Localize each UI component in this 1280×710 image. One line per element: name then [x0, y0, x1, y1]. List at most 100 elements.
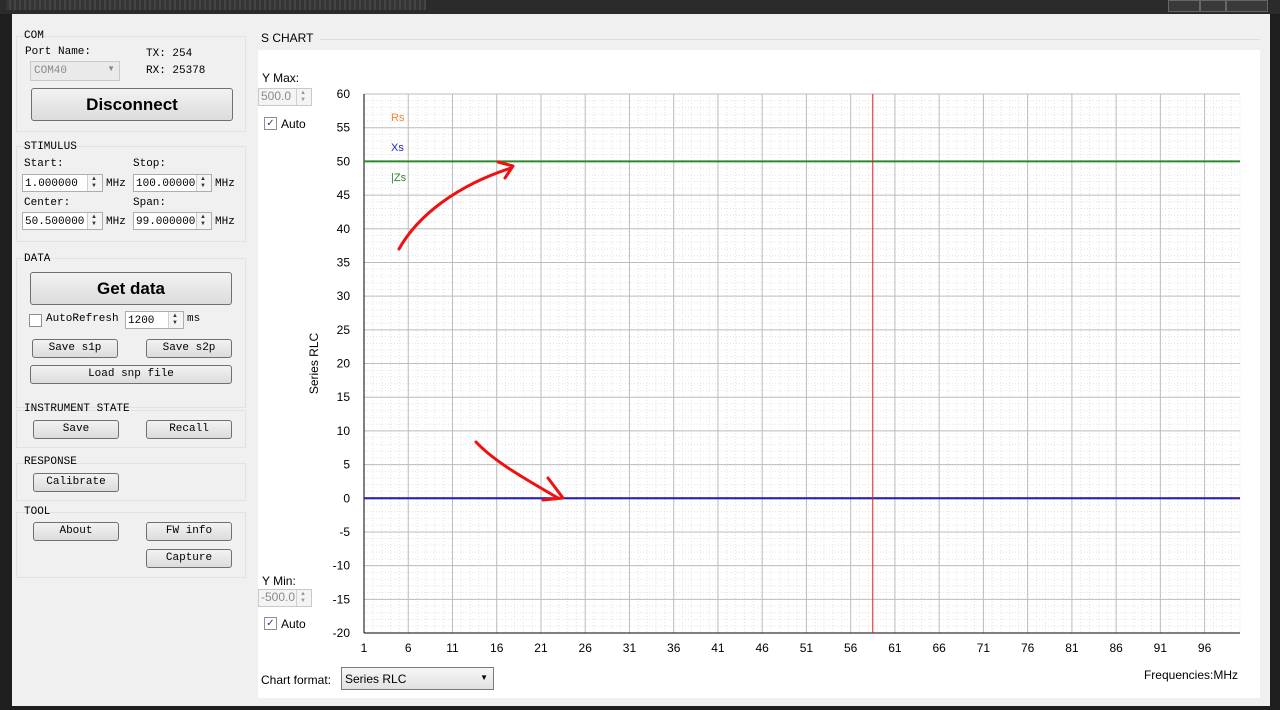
x-tick-label: 26	[579, 641, 593, 655]
y-tick-label: 45	[337, 188, 351, 202]
y-tick-label: 20	[337, 357, 351, 371]
stop-unit: MHz	[215, 178, 235, 190]
x-tick-label: 11	[446, 641, 459, 655]
x-axis-label: Frequencies:MHz	[1144, 668, 1238, 682]
span-input[interactable]: ▲▼	[133, 212, 212, 230]
y-tick-label: 30	[337, 289, 351, 303]
y-tick-label: 25	[337, 323, 351, 337]
x-tick-label: 51	[800, 641, 814, 655]
maximize-button[interactable]	[1200, 0, 1226, 12]
port-name-label: Port Name:	[25, 46, 92, 58]
stop-input[interactable]: ▲▼	[133, 174, 212, 192]
calibrate-button[interactable]: Calibrate	[33, 473, 119, 492]
up-icon: ▲	[91, 176, 97, 182]
about-button[interactable]: About	[33, 522, 119, 541]
center-label: Center:	[24, 197, 71, 209]
span-label: Span:	[133, 197, 167, 209]
x-tick-label: 1	[361, 641, 368, 655]
y-tick-label: 5	[343, 458, 350, 472]
save-s1p-button[interactable]: Save s1p	[32, 339, 118, 358]
span-input-field[interactable]	[134, 215, 198, 229]
x-tick-label: 56	[844, 641, 858, 655]
x-tick-label: 6	[405, 641, 412, 655]
center-input[interactable]: ▲▼	[22, 212, 103, 230]
autorefresh-label: AutoRefresh	[46, 313, 119, 325]
y-tick-label: -15	[333, 592, 351, 606]
y-tick-label: 60	[337, 87, 351, 101]
legend-entry: |Zs	[391, 172, 407, 184]
stop-label: Stop:	[133, 158, 167, 170]
chart-panel: Y Max: ▲▼ ✓ Auto Y Min: ▲▼ ✓ Auto Chart …	[258, 50, 1260, 698]
center-input-field[interactable]	[23, 215, 87, 229]
start-label: Start:	[24, 158, 64, 170]
interval-stepper[interactable]: ▲ ▼	[168, 312, 183, 328]
legend-entry: Xs	[391, 142, 404, 154]
stop-input-field[interactable]	[134, 177, 198, 191]
rx-counter: RX: 25378	[146, 65, 206, 77]
start-stepper[interactable]: ▲ ▼	[87, 175, 102, 191]
save-s2p-button[interactable]: Save s2p	[146, 339, 232, 358]
x-tick-label: 21	[534, 641, 548, 655]
span-unit: MHz	[215, 216, 235, 228]
recall-button[interactable]: Recall	[146, 420, 232, 439]
title-bar	[0, 0, 1280, 14]
stop-stepper[interactable]: ▲ ▼	[196, 175, 211, 191]
x-tick-label: 96	[1198, 641, 1212, 655]
x-tick-label: 31	[623, 641, 637, 655]
tool-heading: TOOL	[24, 506, 51, 518]
s-parameter-chart[interactable]: 1 6 11 16 21 26 31 36 41 46 51 56 61 66 71 76 81 86 91 9660…	[258, 50, 1260, 698]
x-tick-label: 46	[756, 641, 770, 655]
y-axis-label: Series RLC	[307, 332, 321, 394]
y-tick-label: -5	[339, 525, 350, 539]
close-button[interactable]	[1226, 0, 1268, 12]
x-tick-label: 71	[977, 641, 991, 655]
x-tick-label: 16	[490, 641, 504, 655]
save-state-button[interactable]: Save	[33, 420, 119, 439]
interval-input-field[interactable]	[126, 314, 168, 328]
y-tick-label: 10	[337, 424, 351, 438]
y-tick-label: 0	[343, 491, 350, 505]
y-tick-label: 40	[337, 222, 351, 236]
capture-button[interactable]: Capture	[146, 549, 232, 568]
y-tick-label: 35	[337, 255, 351, 269]
port-select[interactable]: COM40 ▼	[30, 61, 120, 81]
s-chart-divider	[320, 39, 1260, 40]
down-icon: ▼	[200, 183, 206, 189]
y-tick-label: -10	[333, 559, 351, 573]
interval-input[interactable]: ▲▼	[125, 311, 184, 329]
span-stepper[interactable]: ▲ ▼	[196, 213, 211, 229]
start-input[interactable]: ▲▼	[22, 174, 103, 192]
instrument-state-heading: INSTRUMENT STATE	[24, 403, 130, 415]
legend-entry: Rs	[391, 112, 405, 124]
center-stepper[interactable]: ▲ ▼	[87, 213, 102, 229]
data-heading: DATA	[24, 253, 51, 265]
x-tick-label: 76	[1021, 641, 1035, 655]
fw-info-button[interactable]: FW info	[146, 522, 232, 541]
disconnect-button[interactable]: Disconnect	[31, 88, 233, 121]
up-icon: ▲	[172, 313, 178, 319]
x-tick-label: 41	[711, 641, 725, 655]
x-tick-label: 81	[1065, 641, 1079, 655]
autorefresh-checkbox[interactable]	[29, 314, 42, 327]
x-tick-label: 61	[888, 641, 902, 655]
x-tick-label: 66	[932, 641, 946, 655]
center-unit: MHz	[106, 216, 126, 228]
load-snp-button[interactable]: Load snp file	[30, 365, 232, 384]
x-tick-label: 91	[1154, 641, 1168, 655]
up-icon: ▲	[200, 214, 206, 220]
stimulus-heading: STIMULUS	[24, 141, 77, 153]
start-input-field[interactable]	[23, 177, 87, 191]
port-select-value: COM40	[34, 65, 68, 77]
down-icon: ▼	[91, 221, 97, 227]
up-icon: ▲	[91, 214, 97, 220]
com-heading: COM	[24, 30, 44, 42]
y-tick-label: 55	[337, 121, 351, 135]
interval-unit: ms	[187, 313, 201, 325]
chevron-down-icon: ▼	[107, 64, 115, 73]
tx-counter: TX: 254	[146, 48, 193, 60]
minimize-button[interactable]	[1168, 0, 1200, 12]
down-icon: ▼	[172, 320, 178, 326]
y-tick-label: 50	[337, 154, 351, 168]
y-tick-label: 15	[337, 390, 351, 404]
get-data-button[interactable]: Get data	[30, 272, 232, 305]
